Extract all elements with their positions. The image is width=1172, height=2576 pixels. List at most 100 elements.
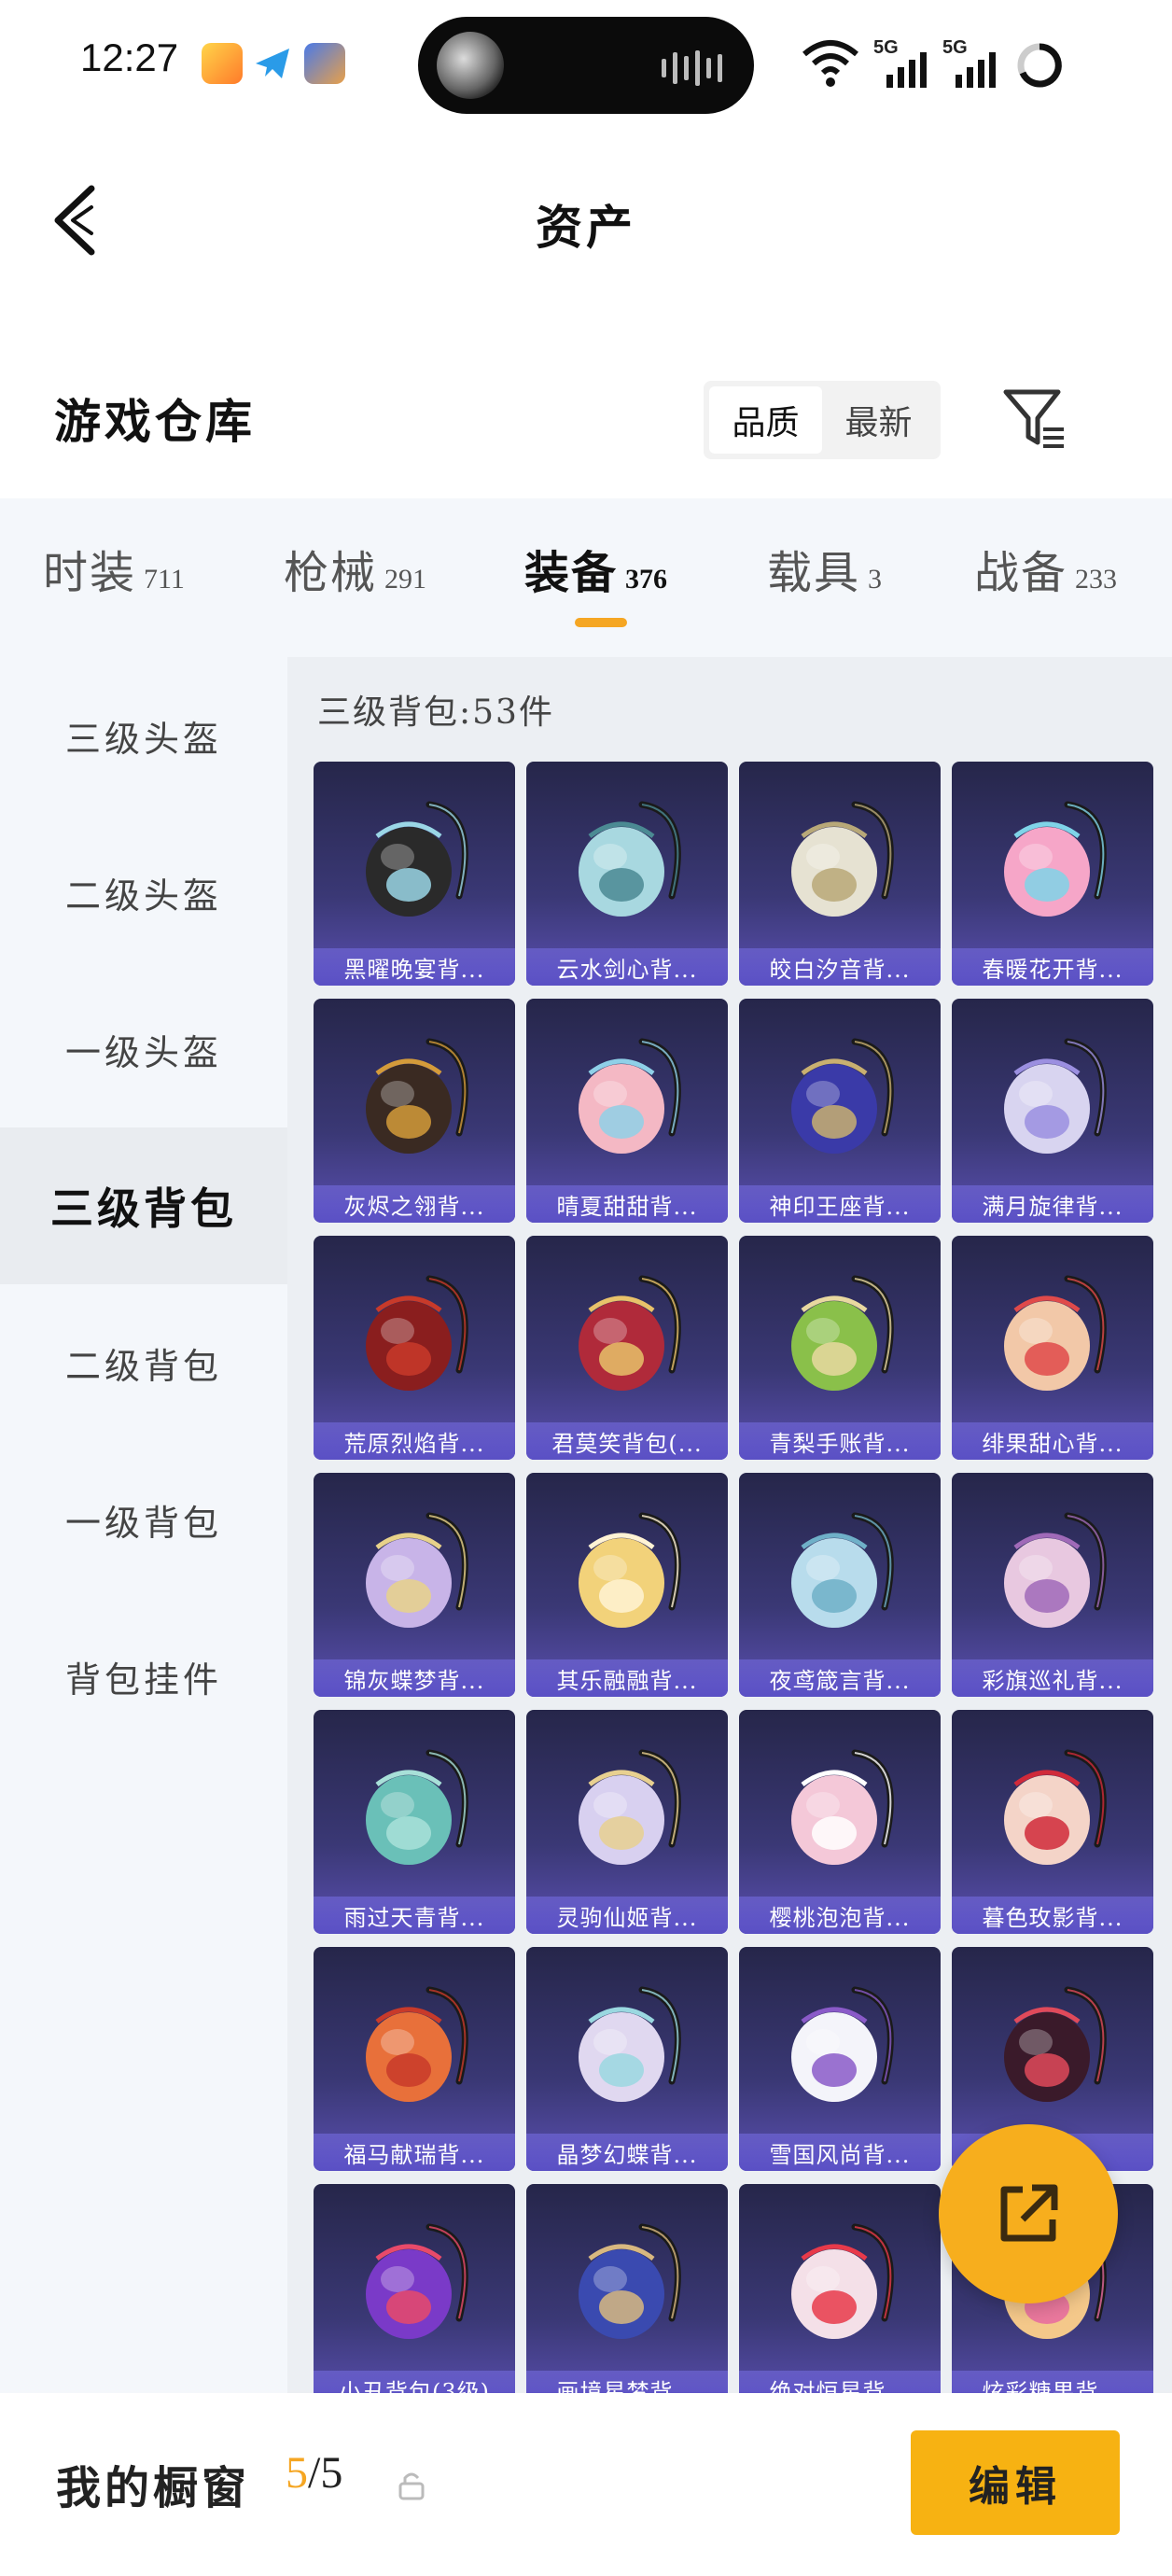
item-card[interactable]: 满月旋律背... [952,999,1153,1223]
item-name: 君莫笑背包(... [526,1422,728,1460]
edit-button[interactable]: 编辑 [911,2430,1120,2535]
backpack-image-icon [1004,1512,1107,1628]
tab-weapons[interactable]: 枪械 291 [284,536,426,601]
item-card[interactable]: 灰烬之翎背... [314,999,515,1223]
sort-option-quality[interactable]: 品质 [709,386,822,454]
backpack-image-icon [1004,1986,1107,2102]
sidebar-item-backpack-3[interactable]: 三级背包 [0,1127,287,1284]
item-card[interactable]: 雨过天青背... [314,1710,515,1934]
backpack-image-icon [579,1749,681,1865]
tab-count: 711 [144,564,185,595]
tab-supplies[interactable]: 战备 233 [974,536,1117,601]
sort-toggle: 品质 最新 [704,381,941,459]
game-app-icon [304,43,345,84]
item-name: 云水剑心背... [526,948,728,986]
lock-icon[interactable] [396,2470,427,2501]
category-count-title: 三级背包:53件 [317,693,554,732]
tab-equipment[interactable]: 装备 376 [524,536,667,601]
sidebar-item-backpack-1[interactable]: 一级背包 [0,1441,287,1598]
item-card[interactable]: 云水剑心背... [526,762,728,986]
tab-fashion[interactable]: 时装 711 [43,536,185,601]
item-card[interactable]: 君莫笑背包(... [526,1236,728,1460]
item-card[interactable]: 晴夏甜甜背... [526,999,728,1223]
item-name: 黑曜晚宴背... [314,948,515,986]
sort-option-latest[interactable]: 最新 [822,386,935,454]
backpack-image-icon [791,1512,894,1628]
backpack-image-icon [579,1275,681,1391]
share-fab[interactable] [939,2124,1118,2303]
backpack-image-icon [579,1038,681,1154]
item-card[interactable]: 夜鸢箴言背... [739,1473,941,1697]
tab-count: 3 [868,564,883,595]
item-card[interactable]: 锦灰蝶梦背... [314,1473,515,1697]
item-card[interactable]: 福马献瑞背... [314,1947,515,2171]
item-card[interactable]: 皎白汐音背... [739,762,941,986]
tab-label: 枪械 [284,547,378,599]
backpack-image-icon [579,801,681,917]
item-card[interactable]: 暮色玫影背... [952,1710,1153,1934]
item-card[interactable]: 黑曜晚宴背... [314,762,515,986]
tab-label: 战备 [974,547,1068,599]
tab-count: 233 [1075,564,1118,595]
item-card[interactable]: 小丑背包(3级) [314,2184,515,2393]
item-name: 福马献瑞背... [314,2134,515,2171]
backpack-image-icon [1004,801,1107,917]
item-card[interactable]: 神印王座背... [739,999,941,1223]
backpack-image-icon [1004,1038,1107,1154]
item-name: 荒原烈焰背... [314,1422,515,1460]
item-card[interactable]: 荒原烈焰背... [314,1236,515,1460]
backpack-image-icon [579,2223,681,2339]
backpack-image-icon [1004,1749,1107,1865]
backpack-image-icon [791,801,894,917]
item-name: 暮色玫影背... [952,1897,1153,1934]
item-name: 青梨手账背... [739,1422,941,1460]
item-card[interactable]: 彩旗巡礼背... [952,1473,1153,1697]
item-card[interactable]: 春暖花开背... [952,762,1153,986]
backpack-image-icon [366,801,468,917]
item-card[interactable]: 晶梦幻蝶背... [526,1947,728,2171]
item-name: 灰烬之翎背... [314,1185,515,1223]
backpack-image-icon [366,2223,468,2339]
item-card[interactable]: 雪国风尚背... [739,1947,941,2171]
backpack-image-icon [366,1749,468,1865]
sidebar-item-helmet-1[interactable]: 一级头盔 [0,971,287,1127]
showcase-label: 我的橱窗 [56,2462,251,2514]
page-title: 资产 [536,200,636,255]
cellular-1-icon: 5G [873,37,933,90]
item-card[interactable]: 绯果甜心背... [952,1236,1153,1460]
sidebar-item-helmet-2[interactable]: 二级头盔 [0,814,287,971]
item-name: 满月旋律背... [952,1185,1153,1223]
item-card[interactable]: 画境星梦背... [526,2184,728,2393]
audio-wave-icon [662,50,722,86]
backpack-image-icon [791,1749,894,1865]
sidebar-item-backpack-charm[interactable]: 背包挂件 [0,1598,287,1755]
showcase-bar: 我的橱窗 5/5 编辑 [0,2393,1172,2576]
item-name: 皎白汐音背... [739,948,941,986]
backpack-image-icon [579,1986,681,2102]
backpack-image-icon [366,1986,468,2102]
showcase-count: 5/5 [286,2447,342,2499]
item-name: 雨过天青背... [314,1897,515,1934]
sidebar-item-helmet-3[interactable]: 三级头盔 [0,657,287,814]
tab-label: 时装 [43,547,137,599]
filter-icon[interactable] [1000,385,1067,452]
backpack-image-icon [579,1512,681,1628]
share-external-icon [1000,2184,1058,2242]
item-name: 雪国风尚背... [739,2134,941,2171]
item-card[interactable]: 其乐融融背... [526,1473,728,1697]
active-tab-indicator [575,618,627,627]
item-card[interactable]: 灵驹仙姬背... [526,1710,728,1934]
tab-label: 载具 [767,547,861,599]
tab-vehicles[interactable]: 载具 3 [767,536,882,601]
item-name: 晶梦幻蝶背... [526,2134,728,2171]
item-card[interactable]: 樱桃泡泡背... [739,1710,941,1934]
item-name: 小丑背包(3级) [314,2371,515,2393]
item-card[interactable]: 青梨手账背... [739,1236,941,1460]
cellular-2-icon: 5G [942,37,1002,90]
item-name: 灵驹仙姬背... [526,1897,728,1934]
item-card[interactable]: 绝对恒星背... [739,2184,941,2393]
status-time: 12:27 [80,35,179,79]
sidebar-item-backpack-2[interactable]: 二级背包 [0,1284,287,1441]
showcase-total: /5 [308,2448,343,2498]
backpack-image-icon [366,1038,468,1154]
